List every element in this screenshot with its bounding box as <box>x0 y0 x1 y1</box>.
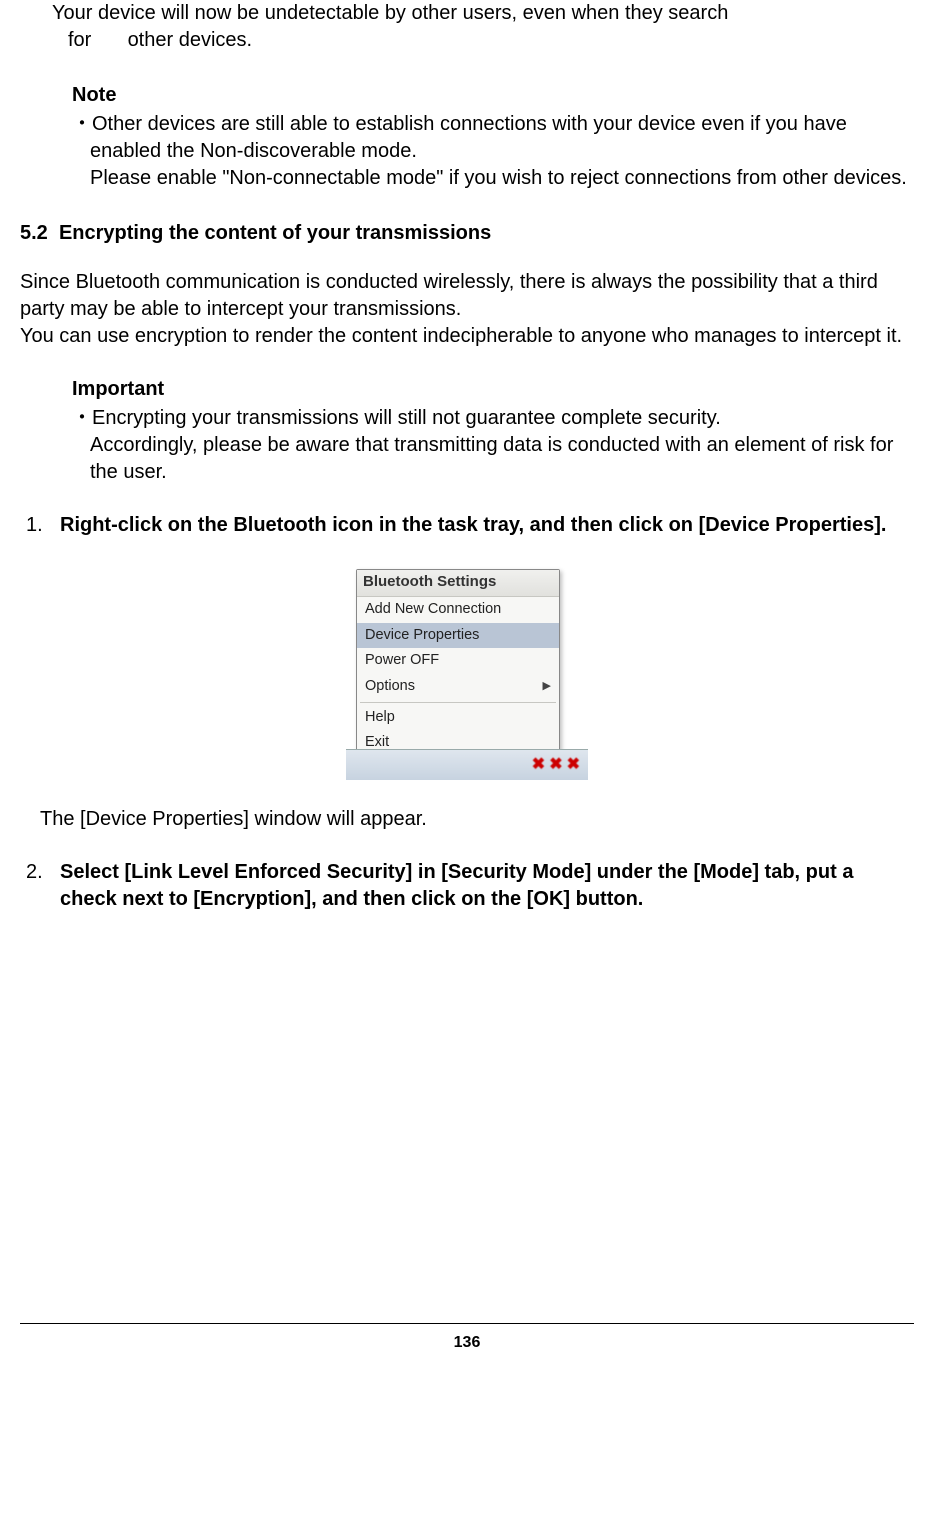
body-para: Since Bluetooth communication is conduct… <box>20 269 914 350</box>
bullet-marker: ・ <box>72 113 92 135</box>
page-number: 136 <box>454 1334 481 1351</box>
section-number: 5.2 <box>20 222 48 244</box>
important-heading: Important <box>72 376 914 403</box>
menu-separator <box>360 702 556 703</box>
menu-title: Bluetooth Settings <box>357 570 559 597</box>
intro-line1: Your device will now be undetectable by … <box>52 2 728 24</box>
context-menu: Bluetooth Settings Add New Connection De… <box>356 569 560 757</box>
section-title: Encrypting the content of your transmiss… <box>59 222 491 244</box>
step-2-text: Select [Link Level Enforced Security] in… <box>60 859 914 913</box>
menu-item-options[interactable]: Options▶ <box>357 674 559 700</box>
step-2: 2. Select [Link Level Enforced Security]… <box>20 859 914 913</box>
important-block: Important ・Encrypting your transmissions… <box>72 376 914 486</box>
menu-item-add-new-connection[interactable]: Add New Connection <box>357 597 559 623</box>
taskbar: ✖ ✖ ✖ <box>346 749 588 780</box>
note-para1: ・Other devices are still able to establi… <box>72 111 914 165</box>
note-para1-text: Other devices are still able to establis… <box>90 113 847 162</box>
intro-line2: other devices. <box>128 29 253 51</box>
menu-item-device-properties[interactable]: Device Properties <box>357 623 559 649</box>
body-para2: You can use encryption to render the con… <box>20 325 902 347</box>
section-heading: 5.2 Encrypting the content of your trans… <box>20 220 914 247</box>
note-para2-text: Please enable "Non-connectable mode" if … <box>90 167 907 189</box>
bullet-marker: ・ <box>72 407 92 429</box>
after-menu-text: The [Device Properties] window will appe… <box>40 806 914 833</box>
step-1-text: Right-click on the Bluetooth icon in the… <box>60 512 914 539</box>
step-1: 1. Right-click on the Bluetooth icon in … <box>20 512 914 539</box>
menu-item-power-off[interactable]: Power OFF <box>357 648 559 674</box>
body-para1: Since Bluetooth communication is conduct… <box>20 271 878 320</box>
intro-for: for <box>68 27 122 54</box>
step-1-number: 1. <box>20 512 60 539</box>
note-block: Note ・Other devices are still able to es… <box>72 82 914 192</box>
tray-icon: ✖ <box>532 754 545 776</box>
note-para2: Please enable "Non-connectable mode" if … <box>72 165 914 192</box>
important-body: Encrypting your transmissions will still… <box>90 407 893 483</box>
menu-item-help[interactable]: Help <box>357 705 559 731</box>
important-text: ・Encrypting your transmissions will stil… <box>72 405 914 486</box>
tray-icon: ✖ <box>549 754 562 776</box>
submenu-arrow-icon: ▶ <box>543 679 551 694</box>
note-heading: Note <box>72 82 914 109</box>
context-menu-screenshot: Bluetooth Settings Add New Connection De… <box>346 565 588 780</box>
intro-text: Your device will now be undetectable by … <box>20 0 914 54</box>
page-footer: 136 <box>20 1323 914 1374</box>
tray-icon: ✖ <box>567 754 580 776</box>
step-2-number: 2. <box>20 859 60 913</box>
